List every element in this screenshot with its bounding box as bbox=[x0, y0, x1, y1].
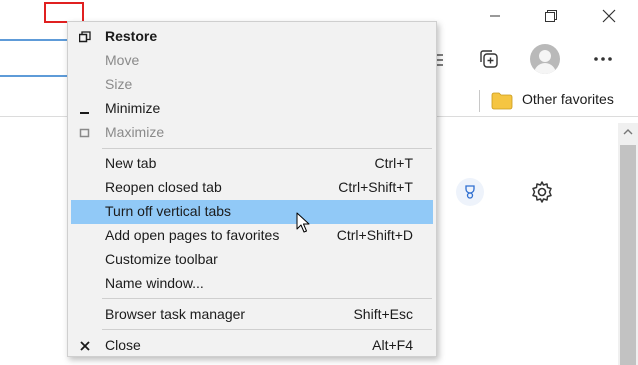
menu-item-restore[interactable]: Restore bbox=[71, 25, 433, 49]
scrollbar-thumb[interactable] bbox=[620, 145, 636, 365]
restore-icon bbox=[79, 31, 91, 43]
menu-item-label: Restore bbox=[105, 28, 158, 44]
menu-item-minimize[interactable]: Minimize bbox=[71, 97, 433, 121]
profile-avatar[interactable] bbox=[530, 44, 560, 74]
window-restore-button[interactable] bbox=[528, 0, 574, 32]
menu-separator bbox=[102, 298, 432, 299]
menu-item-browser-task-manager[interactable]: Browser task manager Shift+Esc bbox=[71, 303, 433, 327]
minimize-icon bbox=[490, 15, 500, 17]
favorites-separator bbox=[479, 90, 480, 112]
menu-item-shortcut: Shift+Esc bbox=[353, 306, 413, 322]
menu-separator bbox=[102, 148, 432, 149]
settings-gear-icon[interactable] bbox=[528, 178, 556, 206]
window-close-button[interactable] bbox=[586, 0, 632, 32]
menu-item-add-open-pages-to-favorites[interactable]: Add open pages to favorites Ctrl+Shift+D bbox=[71, 224, 433, 248]
folder-icon bbox=[491, 92, 513, 110]
menu-item-size: Size bbox=[71, 73, 433, 97]
more-icon[interactable] bbox=[590, 48, 616, 70]
menu-item-label: Name window... bbox=[105, 275, 204, 291]
address-bar[interactable] bbox=[0, 39, 72, 77]
menu-item-label: Minimize bbox=[105, 100, 161, 116]
window-minimize-button[interactable] bbox=[472, 0, 518, 32]
menu-item-label: Maximize bbox=[105, 124, 165, 140]
menu-item-new-tab[interactable]: New tab Ctrl+T bbox=[71, 152, 433, 176]
menu-item-customize-toolbar[interactable]: Customize toolbar bbox=[71, 248, 433, 272]
scroll-up-arrow-icon[interactable] bbox=[621, 125, 635, 139]
menu-item-label: Turn off vertical tabs bbox=[105, 203, 232, 219]
rewards-icon[interactable] bbox=[456, 178, 484, 206]
menu-item-shortcut: Ctrl+Shift+D bbox=[336, 227, 413, 243]
menu-item-shortcut: Ctrl+T bbox=[374, 155, 414, 171]
menu-item-shortcut: Alt+F4 bbox=[372, 337, 413, 353]
menu-item-label: Add open pages to favorites bbox=[105, 227, 280, 243]
menu-item-name-window[interactable]: Name window... bbox=[71, 272, 433, 296]
menu-item-label: Browser task manager bbox=[105, 306, 246, 322]
menu-item-label: Customize toolbar bbox=[105, 251, 218, 267]
window-system-menu: Restore Move Size Minimize Maximize New … bbox=[67, 21, 437, 357]
menu-item-label: Close bbox=[105, 337, 141, 353]
close-icon bbox=[602, 9, 616, 23]
menu-item-maximize: Maximize bbox=[71, 121, 433, 145]
menu-item-label: Reopen closed tab bbox=[105, 179, 222, 195]
maximize-icon bbox=[79, 127, 91, 139]
minimize-icon bbox=[79, 103, 91, 115]
mouse-pointer-icon bbox=[296, 212, 310, 234]
other-favorites-link[interactable]: Other favorites bbox=[522, 91, 614, 107]
restore-icon bbox=[545, 10, 557, 22]
menu-item-label: Size bbox=[105, 76, 133, 92]
menu-item-shortcut: Ctrl+Shift+T bbox=[338, 179, 413, 195]
collections-icon[interactable] bbox=[476, 46, 502, 72]
menu-item-turn-off-vertical-tabs[interactable]: Turn off vertical tabs bbox=[71, 200, 433, 224]
close-icon bbox=[79, 340, 91, 352]
menu-item-close[interactable]: Close Alt+F4 bbox=[71, 334, 433, 358]
menu-item-reopen-closed-tab[interactable]: Reopen closed tab Ctrl+Shift+T bbox=[71, 176, 433, 200]
menu-separator bbox=[102, 329, 432, 330]
menu-item-move: Move bbox=[71, 49, 433, 73]
menu-item-label: New tab bbox=[105, 155, 157, 171]
annotation-highlight-box bbox=[44, 2, 84, 23]
menu-item-label: Move bbox=[105, 52, 140, 68]
